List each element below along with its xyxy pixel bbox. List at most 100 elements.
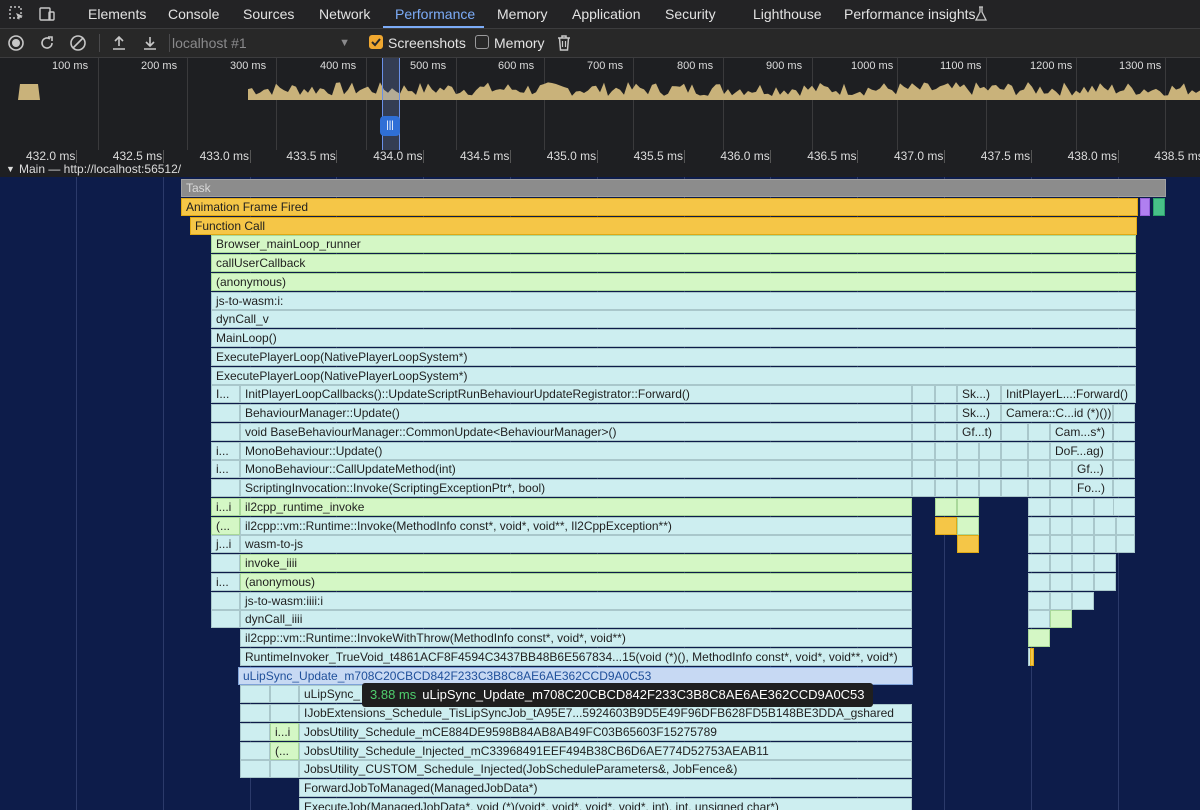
flame-event[interactable]: js-to-wasm:i: (211, 291, 1136, 310)
flame-event[interactable]: void BaseBehaviourManager::CommonUpdate<… (240, 422, 912, 441)
flame-event[interactable]: (anonymous) (211, 272, 1136, 291)
flame-event[interactable]: DoF...ag) (1050, 441, 1113, 460)
flame-event[interactable] (935, 441, 957, 460)
flame-event[interactable] (1140, 197, 1150, 216)
tab-network[interactable]: Network (319, 0, 370, 28)
flame-event[interactable]: I... (211, 385, 240, 404)
flame-event[interactable]: Gf...t) (957, 422, 1001, 441)
flame-event[interactable]: invoke_iiii (240, 554, 912, 572)
flame-event[interactable] (240, 722, 270, 741)
flame-event[interactable] (240, 704, 270, 722)
flame-event[interactable] (935, 460, 957, 479)
tab-security[interactable]: Security (665, 0, 716, 28)
flame-event[interactable]: Animation Frame Fired (181, 197, 1138, 216)
flame-event[interactable] (211, 591, 240, 610)
flame-event[interactable]: ExecutePlayerLoop(NativePlayerLoopSystem… (211, 366, 1136, 385)
flame-event[interactable]: il2cpp::vm::Runtime::Invoke(MethodInfo c… (240, 516, 912, 535)
flame-event[interactable] (912, 479, 935, 497)
flame-event[interactable]: Sk...) (957, 404, 1001, 422)
tab-console[interactable]: Console (168, 0, 219, 28)
flame-event[interactable] (270, 704, 299, 722)
flame-event[interactable]: js-to-wasm:iiii:i (240, 591, 912, 610)
flame-event[interactable]: i...i (270, 722, 299, 741)
selection-handle-icon[interactable]: ||| (380, 116, 400, 136)
flame-event[interactable] (1030, 647, 1034, 666)
flame-event[interactable]: (... (270, 741, 299, 760)
flame-event[interactable]: il2cpp::vm::Runtime::InvokeWithThrow(Met… (240, 629, 912, 647)
flame-event[interactable]: wasm-to-js (240, 535, 912, 554)
main-track-header[interactable]: ▼ Main — http://localhost:56512/ (0, 163, 1200, 177)
flame-event[interactable] (1050, 610, 1072, 629)
flame-event[interactable] (1001, 422, 1028, 441)
flame-event-selected[interactable]: uLipSync_Update_m708C20CBCD842F233C3B8C8… (238, 666, 913, 685)
flame-event[interactable] (1050, 460, 1072, 479)
flame-event[interactable] (1094, 554, 1116, 572)
tab-sources[interactable]: Sources (243, 0, 294, 28)
flame-event[interactable] (957, 460, 979, 479)
flame-event[interactable]: i...i (211, 497, 240, 516)
flame-event[interactable] (211, 479, 240, 497)
flame-event[interactable]: Cam...s*) (1050, 422, 1113, 441)
flame-event[interactable]: Browser_mainLoop_runner (211, 235, 1136, 254)
flame-event[interactable] (979, 479, 1001, 497)
flame-event[interactable] (1116, 516, 1135, 535)
flame-event[interactable] (1001, 460, 1028, 479)
flame-event[interactable] (240, 741, 270, 760)
flame-event[interactable]: ExecutePlayerLoop(NativePlayerLoopSystem… (211, 347, 1136, 366)
flame-event[interactable]: JobsUtility_Schedule_Injected_mC33968491… (299, 741, 912, 760)
record-icon[interactable] (7, 34, 25, 52)
flame-event[interactable] (1028, 516, 1050, 535)
flame-event[interactable] (270, 760, 299, 779)
flame-event[interactable]: Sk...) (957, 385, 1001, 404)
flame-event[interactable] (240, 760, 270, 779)
flame-event[interactable] (1113, 404, 1135, 422)
timeline-overview[interactable]: 100 ms 200 ms 300 ms 400 ms 500 ms 600 ms 700 … (0, 58, 1200, 150)
flame-event[interactable] (912, 460, 935, 479)
flame-event[interactable]: Gf...) (1072, 460, 1113, 479)
flame-event[interactable]: ExecuteJob(ManagedJobData*, void (*)(voi… (299, 797, 912, 810)
flame-event[interactable] (979, 460, 1001, 479)
flame-event[interactable] (1072, 572, 1094, 591)
flame-event[interactable] (1050, 497, 1072, 516)
trash-icon[interactable] (555, 34, 573, 52)
flame-event[interactable] (1072, 554, 1094, 572)
flame-event[interactable] (979, 441, 1001, 460)
flame-event[interactable]: InitPlayerLoopCallbacks()::UpdateScriptR… (240, 385, 912, 404)
flame-event[interactable]: (anonymous) (240, 572, 912, 591)
flame-event[interactable] (1028, 422, 1050, 441)
flame-event[interactable] (935, 385, 957, 404)
flame-event[interactable] (211, 404, 240, 422)
flame-event[interactable] (240, 685, 270, 704)
flame-event[interactable] (1113, 479, 1135, 497)
flame-event[interactable]: ForwardJobToManaged(ManagedJobData*) (299, 779, 912, 797)
flame-event[interactable] (1028, 441, 1050, 460)
flame-event[interactable]: dynCall_v (211, 310, 1136, 329)
tab-performance[interactable]: Performance (395, 0, 475, 28)
flame-event[interactable] (1028, 535, 1050, 554)
flame-event[interactable]: i... (211, 441, 240, 460)
flame-event[interactable]: il2cpp_runtime_invoke (240, 497, 912, 516)
flame-event[interactable] (211, 422, 240, 441)
flame-event[interactable] (1028, 497, 1050, 516)
flame-event[interactable] (1072, 516, 1094, 535)
flame-event[interactable] (1001, 441, 1028, 460)
reload-record-icon[interactable] (38, 34, 56, 52)
flame-event[interactable] (935, 479, 957, 497)
flame-event[interactable] (1050, 479, 1072, 497)
flame-event[interactable]: callUserCallback (211, 254, 1136, 272)
flame-event[interactable] (935, 404, 957, 422)
tab-elements[interactable]: Elements (88, 0, 146, 28)
flame-event[interactable] (1050, 572, 1072, 591)
flame-event[interactable]: i... (211, 460, 240, 479)
flame-event[interactable]: MonoBehaviour::CallUpdateMethod(int) (240, 460, 912, 479)
flame-event[interactable] (1113, 441, 1135, 460)
flame-event[interactable] (1028, 572, 1050, 591)
flame-event[interactable] (957, 441, 979, 460)
flame-event[interactable] (1072, 591, 1094, 610)
recording-target-select[interactable]: localhost #1 ▼ (172, 33, 358, 53)
flame-event[interactable]: dynCall_iiii (240, 610, 912, 629)
flame-event[interactable]: (... (211, 516, 240, 535)
flame-event[interactable] (912, 404, 935, 422)
tab-performance-insights[interactable]: Performance insights (844, 0, 976, 28)
device-toolbar-icon[interactable] (38, 5, 56, 23)
